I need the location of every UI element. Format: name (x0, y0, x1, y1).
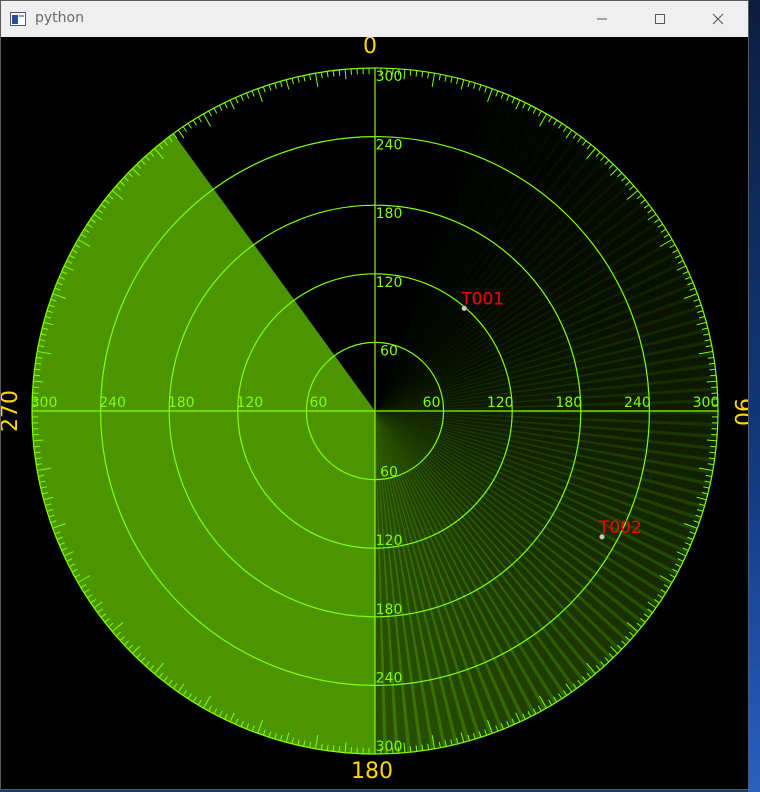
python-app-icon (10, 11, 26, 26)
bearing-tick (409, 746, 412, 753)
title-bar[interactable]: python (1, 1, 748, 37)
bearing-tick (246, 92, 250, 99)
maximize-button[interactable] (637, 1, 683, 37)
bearing-tick (235, 97, 239, 104)
range-label: 300 (376, 739, 403, 755)
bearing-tick (338, 69, 341, 76)
range-label: 240 (376, 138, 403, 154)
range-label: 240 (99, 395, 126, 411)
bearing-tick (338, 746, 341, 753)
minimize-button[interactable] (579, 1, 625, 37)
range-label: 300 (376, 69, 403, 85)
range-label: 60 (380, 343, 398, 359)
bearing-tick (257, 88, 263, 103)
window-title: python (35, 10, 84, 26)
minimize-icon (596, 13, 608, 25)
bearing-tick (177, 129, 185, 139)
range-label: 120 (487, 395, 514, 411)
close-icon (712, 13, 724, 25)
bearing-tick (203, 113, 211, 127)
sweep-beam (32, 133, 376, 754)
range-label: 120 (376, 275, 403, 291)
bearing-tick (208, 110, 213, 117)
bearing-tick (224, 102, 228, 109)
bearing-label: 270 (1, 390, 23, 432)
bearing-tick (187, 123, 192, 129)
bearing-tick (320, 72, 323, 79)
bearing-tick (409, 69, 412, 76)
bearing-tick (291, 78, 294, 85)
app-window: python 60 60 60 60 120 120 120 120 180 180 180 180 2… (0, 0, 749, 790)
range-label: 240 (624, 395, 651, 411)
bearing-tick (33, 445, 40, 448)
bearing-tick (182, 126, 187, 132)
target-label: T001 (460, 289, 504, 309)
bearing-tick (710, 445, 717, 448)
bearing-tick (197, 116, 202, 123)
range-label: 300 (693, 395, 720, 411)
bearing-tick (213, 107, 218, 114)
range-label: 120 (376, 533, 403, 549)
range-label: 120 (236, 395, 263, 411)
bearing-tick (240, 95, 244, 101)
close-button[interactable] (695, 1, 741, 37)
bearing-tick (268, 84, 272, 91)
bearing-tick (326, 71, 329, 78)
bearing-tick (251, 90, 255, 97)
range-label: 60 (309, 395, 327, 411)
bearing-label: 180 (351, 759, 393, 784)
range-label: 180 (376, 602, 403, 618)
bearing-tick (218, 105, 223, 111)
bearing-tick (309, 74, 312, 81)
bearing-tick (344, 69, 347, 80)
bearing-tick (274, 82, 277, 89)
range-label: 60 (423, 395, 441, 411)
bearing-tick (33, 374, 40, 377)
bearing-label: 0 (363, 37, 377, 59)
radar-canvas[interactable]: 60 60 60 60 120 120 120 120 180 180 180 180 240 240 24… (1, 37, 749, 789)
bearing-tick (192, 119, 197, 126)
range-label: 60 (380, 465, 398, 481)
bearing-tick (314, 73, 319, 88)
desktop-background (748, 0, 760, 792)
bearing-label: 90 (729, 398, 749, 426)
range-label: 300 (31, 395, 58, 411)
bearing-tick (332, 70, 335, 77)
bearing-tick (285, 79, 290, 90)
range-label: 240 (376, 670, 403, 686)
bearing-tick (303, 75, 306, 82)
bearing-tick (297, 76, 300, 83)
bearing-tick (262, 86, 266, 93)
range-label: 180 (168, 395, 195, 411)
bearing-tick (279, 81, 283, 88)
range-label: 180 (376, 206, 403, 222)
bearing-tick (710, 374, 717, 377)
bearing-tick (229, 99, 235, 110)
target-label: T002 (598, 518, 642, 538)
radar-display: 60 60 60 60 120 120 120 120 180 180 180 180 240 240 24… (1, 37, 749, 784)
maximize-icon (654, 13, 666, 25)
range-label: 180 (555, 395, 582, 411)
